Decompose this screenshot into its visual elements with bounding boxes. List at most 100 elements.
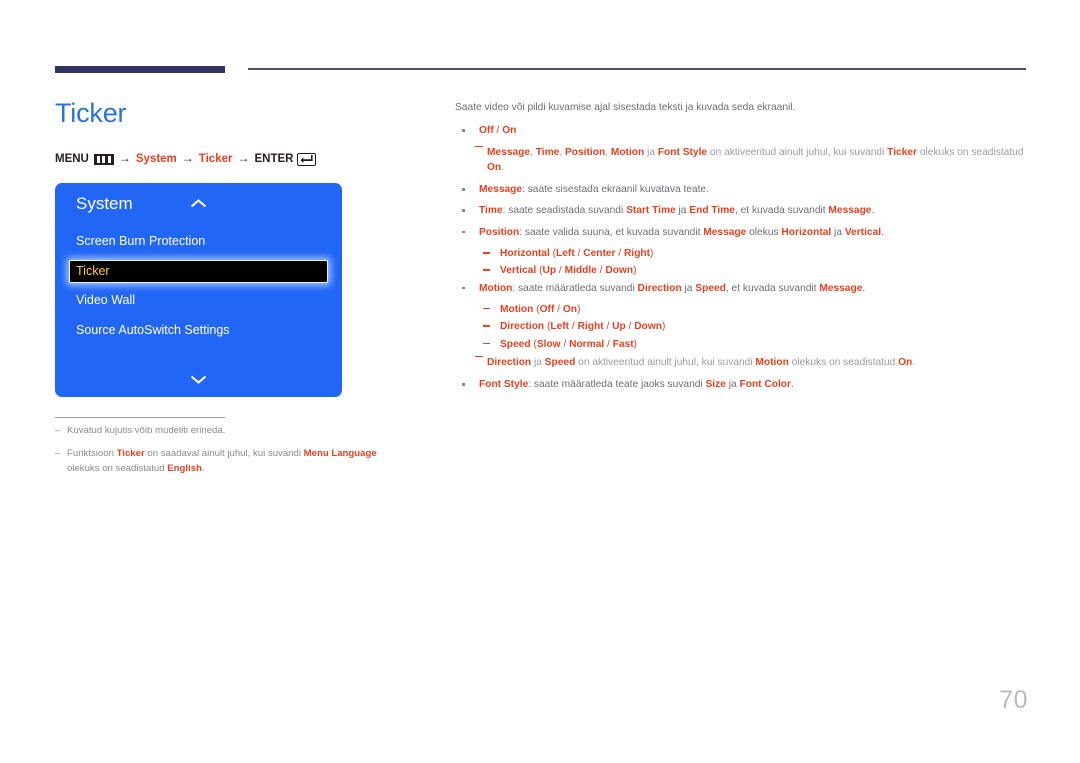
text-run: Left: [556, 248, 575, 260]
text-run: ): [633, 265, 637, 277]
page-title: Ticker: [55, 98, 127, 128]
text-run: Speed: [695, 282, 726, 294]
text-run: /: [574, 248, 584, 260]
text-run: Message: [479, 184, 523, 196]
text-run: Off: [479, 125, 494, 137]
content-blocks: Off / On Message, Time, Position, Motion …: [455, 123, 1030, 392]
text-run: , et kuvada suvandit: [725, 282, 820, 294]
content-bullet: Time: saate seadistada suvandi Start Tim…: [455, 203, 1030, 218]
text-run: /: [625, 321, 635, 333]
text-run: Ticker: [887, 146, 918, 158]
breadcrumb-arrow-1: →: [118, 151, 131, 165]
osd-item-ticker-selected[interactable]: Ticker: [69, 260, 328, 283]
text-run: Position: [564, 146, 606, 158]
text-run: Horizontal: [781, 226, 832, 238]
osd-item-screen-burn-protection[interactable]: Screen Burn Protection: [76, 234, 205, 248]
text-run: Font Style: [657, 146, 708, 158]
text-run: .: [862, 282, 866, 294]
note-item: – Funktsioon Ticker on saadaval ainult ju…: [55, 447, 400, 477]
content-bullet: Motion: saate määratleda suvandi Directi…: [455, 281, 1030, 296]
text-run: ): [650, 248, 654, 260]
osd-item-video-wall[interactable]: Video Wall: [76, 293, 135, 307]
text-run: Time: [479, 205, 503, 217]
enter-key-icon: [297, 152, 317, 166]
text-run: Message: [487, 146, 531, 158]
text-run: Menu Language: [303, 447, 377, 459]
sub-dash-icon: [483, 252, 490, 254]
text-run: On: [562, 303, 577, 315]
osd-item-source-autoswitch-settings[interactable]: Source AutoSwitch Settings: [76, 323, 230, 337]
text-run: Down: [605, 265, 634, 277]
notes-divider: [55, 417, 225, 418]
breadcrumb-step-system: System: [135, 153, 177, 165]
content-bullet: Font Style: saate määratleda teate jaoks…: [455, 377, 1030, 392]
page-number: 70: [999, 686, 1028, 714]
text-run: Motion: [479, 282, 513, 294]
content-bullet: Off / On: [455, 123, 1030, 138]
content-sub-note: Message, Time, Position, Motion ja Font …: [455, 145, 1030, 176]
text-run: olekuks on seadistatud: [788, 356, 899, 368]
text-run: End Time: [689, 205, 735, 217]
text-run: Size: [705, 379, 726, 391]
osd-panel-title: System: [76, 194, 133, 213]
text-run: Normal: [569, 338, 605, 350]
text-run: Funktsioon: [67, 447, 117, 459]
content-column: Saate video või pildi kuvamise ajal sise…: [455, 100, 1030, 398]
text-run: Time: [535, 146, 560, 158]
menu-bars-icon: [93, 153, 114, 165]
text-run: ): [661, 321, 666, 333]
text-run: Motion: [755, 356, 789, 368]
text-run: /: [569, 321, 578, 333]
text-run: : saate määratleda teate jaoks suvandi: [528, 379, 706, 391]
breadcrumb-enter-label: ENTER: [254, 153, 294, 165]
text-run: .: [201, 462, 205, 474]
text-run: Down: [634, 321, 662, 333]
text-run: Vertical: [844, 226, 882, 238]
text-run: ja: [831, 226, 845, 238]
sub-dash-icon: [483, 342, 490, 345]
text-run: .: [881, 226, 884, 238]
breadcrumb-arrow-3: →: [237, 151, 250, 165]
text-run: Speed: [544, 356, 576, 368]
text-run: : saate määratleda suvandi: [512, 282, 638, 294]
content-intro: Saate video või pildi kuvamise ajal sise…: [455, 102, 796, 113]
osd-system-menu-panel[interactable]: System Screen Burn Protection Ticker Vid…: [55, 183, 342, 397]
text-run: : saate seadistada suvandi: [502, 205, 627, 217]
text-run: olekuks on seadistatud: [917, 146, 1024, 158]
text-run: Right: [577, 321, 604, 333]
content-sub-item: Direction (Left / Right / Up / Down): [455, 319, 1030, 334]
content-sub-item: Motion (Off / On): [455, 302, 1030, 317]
text-run: olekus: [746, 226, 782, 238]
text-run: On: [502, 125, 517, 137]
chevron-down-icon[interactable]: [55, 371, 342, 389]
note-dash-icon: –: [55, 425, 61, 436]
text-run: Middle: [564, 265, 597, 277]
text-run: : saate sisestada ekraanil kuvatava teat…: [522, 184, 709, 196]
text-run: /: [603, 321, 613, 333]
text-run: Kuvatud kujutis võib mudeliti erineda.: [67, 425, 226, 436]
text-run: ja: [644, 146, 658, 158]
header-rule: [248, 68, 1026, 70]
text-run: Font Style: [479, 379, 529, 391]
note-item: – Kuvatud kujutis võib mudeliti erineda.: [55, 424, 400, 439]
note-dash-icon: –: [55, 447, 61, 459]
text-run: Direction: [500, 321, 545, 333]
text-run: Motion: [610, 146, 645, 158]
note-dash-icon: [475, 355, 483, 358]
text-run: ja: [531, 356, 545, 368]
text-run: .: [871, 205, 875, 217]
text-run: ja: [675, 205, 690, 217]
text-run: /: [604, 338, 613, 350]
bullet-square-icon: [462, 188, 465, 191]
breadcrumb-menu-label: MENU: [55, 153, 89, 165]
text-run: Speed: [500, 338, 531, 350]
text-run: .: [791, 379, 794, 391]
bullet-square-icon: [462, 230, 465, 234]
text-run: ja: [725, 379, 740, 391]
text-run: on saadaval ainult juhul, kui suvandi: [144, 447, 304, 459]
text-run: On: [898, 356, 913, 368]
bullet-square-icon: [462, 129, 465, 132]
text-run: .: [501, 161, 504, 173]
content-bullet: Position: saate valida suuna, et kuvada …: [455, 225, 1030, 240]
text-run: /: [493, 125, 503, 137]
